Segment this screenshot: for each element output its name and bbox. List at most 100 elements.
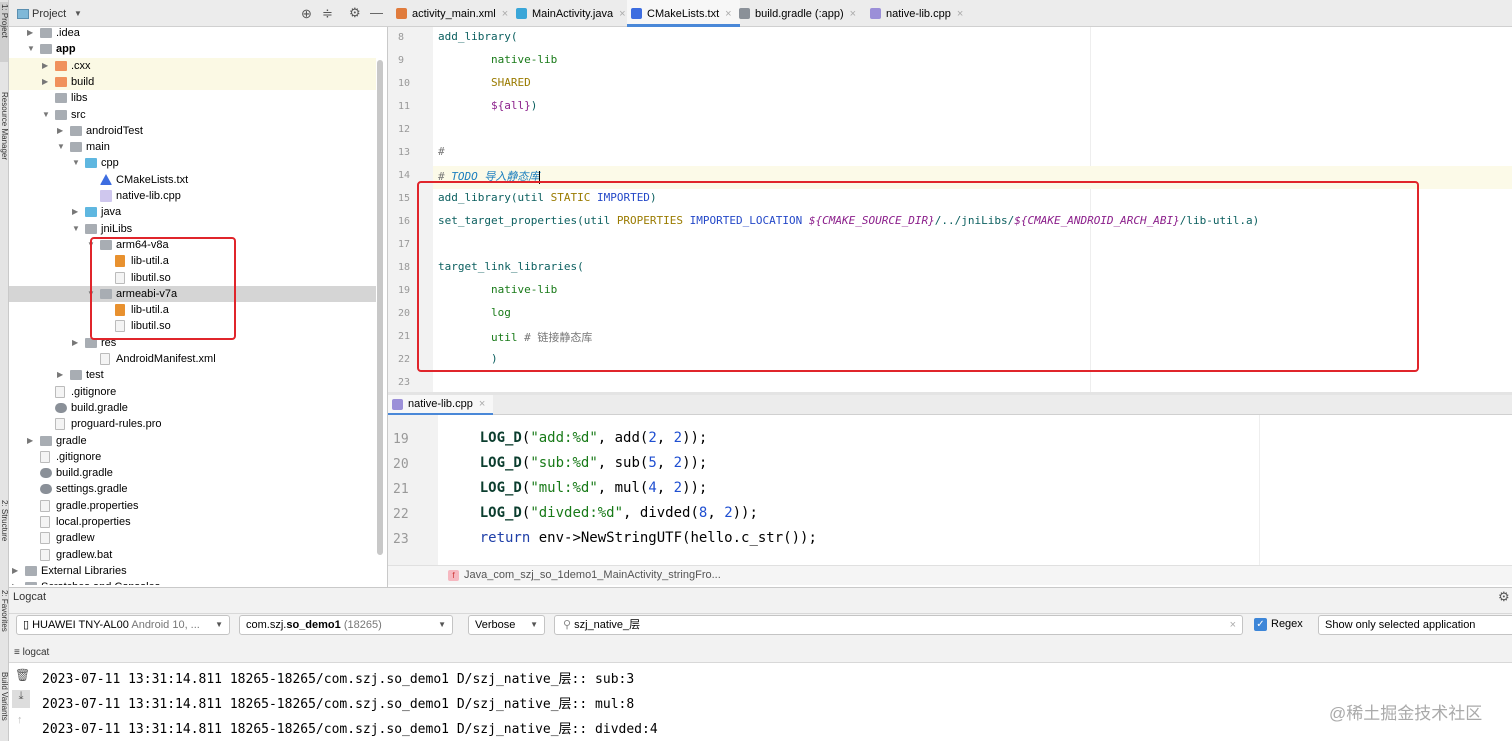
breadcrumb[interactable]: f Java_com_szj_so_1demo1_MainActivity_st… bbox=[388, 565, 1512, 585]
cpp-editor[interactable]: 19 LOG_D("add:%d", add(2, 2)); 20 LOG_D("… bbox=[388, 415, 1512, 585]
code-line[interactable]: LOG_D("divded:%d", divded(8, 2)); bbox=[446, 505, 758, 521]
process-dropdown[interactable]: com.szj.so_demo1 (18265) ▼ bbox=[239, 615, 453, 635]
chevron-down-icon[interactable]: ▼ bbox=[57, 139, 65, 155]
regex-checkbox[interactable]: ✓ bbox=[1254, 618, 1267, 631]
tab-native-lib-cpp[interactable]: native-lib.cpp × bbox=[388, 395, 494, 415]
tree-item[interactable]: ▼ jniLibs bbox=[9, 221, 376, 237]
chevron-right-icon[interactable]: ▶ bbox=[72, 335, 78, 351]
tree-item[interactable]: .gitignore bbox=[9, 384, 376, 400]
chevron-right-icon[interactable]: ▶ bbox=[27, 433, 33, 449]
tree-item[interactable]: ▶ External Libraries bbox=[9, 563, 376, 579]
build-variants-tool-label[interactable]: Build Variants bbox=[0, 672, 8, 721]
chevron-right-icon[interactable]: ▶ bbox=[57, 123, 63, 139]
clear-icon[interactable]: × bbox=[1230, 616, 1236, 634]
tree-item[interactable]: proguard-rules.pro bbox=[9, 416, 376, 432]
code-line[interactable]: LOG_D("add:%d", add(2, 2)); bbox=[446, 430, 708, 446]
tree-item[interactable]: libs bbox=[9, 90, 376, 106]
tab-native-lib-cpp[interactable]: native-lib.cpp × bbox=[866, 0, 971, 27]
chevron-right-icon[interactable]: ▶ bbox=[42, 58, 48, 74]
code-line[interactable]: ${all}) bbox=[438, 99, 537, 112]
code-line[interactable]: LOG_D("sub:%d", sub(5, 2)); bbox=[446, 455, 708, 471]
tree-item[interactable]: ▼ app bbox=[9, 41, 376, 57]
tree-item[interactable]: build.gradle bbox=[9, 400, 376, 416]
code-line[interactable]: LOG_D("mul:%d", mul(4, 2)); bbox=[446, 480, 708, 496]
tree-item[interactable]: native-lib.cpp bbox=[9, 188, 376, 204]
tree-item[interactable]: ▶ .cxx bbox=[9, 57, 376, 74]
tab-cmakelists-txt[interactable]: CMakeLists.txt × bbox=[627, 0, 740, 27]
favorites-tool-label[interactable]: 2: Favorites bbox=[0, 590, 8, 632]
tree-item[interactable]: gradlew bbox=[9, 530, 376, 546]
cmake-editor[interactable]: activity_main.xml × MainActivity.java × CMak… bbox=[388, 0, 1512, 392]
close-icon[interactable]: × bbox=[725, 8, 731, 20]
tree-item[interactable]: settings.gradle bbox=[9, 481, 376, 497]
chevron-right-icon[interactable]: ▶ bbox=[12, 563, 18, 579]
chevron-right-icon[interactable]: ▶ bbox=[42, 74, 48, 90]
log-output[interactable]: 🗑 ⤓ ↑ 2023-07-11 13:31:14.811 18265-1826… bbox=[9, 663, 1512, 742]
tab-activity-main-xml[interactable]: activity_main.xml × bbox=[392, 0, 516, 27]
chevron-right-icon[interactable]: ▶ bbox=[72, 204, 78, 220]
chevron-right-icon[interactable]: ▶ bbox=[12, 579, 18, 585]
filter-dropdown[interactable]: Show only selected application bbox=[1318, 615, 1512, 635]
cpp-code[interactable]: 19 LOG_D("add:%d", add(2, 2)); 20 LOG_D("… bbox=[388, 415, 1512, 565]
tree-item[interactable]: local.properties bbox=[9, 514, 376, 530]
close-icon[interactable]: × bbox=[479, 398, 485, 410]
tree-item[interactable]: ▶ build bbox=[9, 73, 376, 90]
tree-item[interactable]: gradlew.bat bbox=[9, 547, 376, 563]
tab-build-gradle-app-[interactable]: build.gradle (:app) × bbox=[735, 0, 864, 27]
close-icon[interactable]: × bbox=[957, 8, 963, 20]
log-level-dropdown[interactable]: Verbose ▼ bbox=[468, 615, 545, 635]
minimize-icon[interactable]: — bbox=[370, 5, 383, 20]
tree-item[interactable]: AndroidManifest.xml bbox=[9, 351, 376, 367]
close-icon[interactable]: × bbox=[850, 8, 856, 20]
subtab-label: logcat bbox=[22, 647, 50, 658]
scroll-to-end-icon[interactable]: ⤓ bbox=[12, 690, 30, 708]
tree-item[interactable]: ▼ cpp bbox=[9, 155, 376, 171]
tree-item[interactable]: build.gradle bbox=[9, 465, 376, 481]
chevron-right-icon[interactable]: ▶ bbox=[27, 25, 33, 41]
logcat-subtab[interactable]: ≡ logcat bbox=[14, 647, 49, 658]
tool-window-strip[interactable]: 1: Project Resource Manager 2: Structure… bbox=[0, 0, 9, 741]
tree-item[interactable]: ▶ gradle bbox=[9, 433, 376, 449]
close-icon[interactable]: × bbox=[619, 8, 625, 20]
chevron-right-icon[interactable]: ▶ bbox=[57, 367, 63, 383]
code-line[interactable]: add_library( bbox=[438, 30, 517, 43]
gear-icon[interactable]: ⚙ bbox=[349, 5, 361, 21]
tree-item[interactable]: ▶ test bbox=[9, 367, 376, 383]
device-dropdown[interactable]: ▯ HUAWEI TNY-AL00 Android 10, ... ▼ bbox=[16, 615, 230, 635]
tree-item[interactable]: CMakeLists.txt bbox=[9, 172, 376, 188]
breadcrumb-function[interactable]: Java_com_szj_so_1demo1_MainActivity_stri… bbox=[464, 569, 721, 581]
tree-item[interactable]: ▶ androidTest bbox=[9, 123, 376, 139]
up-arrow-icon[interactable]: ↑ bbox=[17, 714, 23, 726]
tree-item[interactable]: ▶ .idea bbox=[9, 25, 376, 41]
structure-tool-label[interactable]: 2: Structure bbox=[0, 500, 8, 541]
chevron-down-icon[interactable]: ▼ bbox=[72, 155, 80, 171]
project-view-selector[interactable]: Project bbox=[32, 8, 66, 20]
locate-icon[interactable]: ⊕ bbox=[301, 6, 312, 22]
log-line[interactable]: 2023-07-11 13:31:14.811 18265-18265/com.… bbox=[42, 718, 658, 737]
chevron-down-icon[interactable]: ▼ bbox=[74, 9, 82, 18]
code-line[interactable]: # bbox=[438, 145, 445, 158]
trash-icon[interactable]: 🗑 bbox=[15, 668, 30, 682]
tree-item[interactable]: ▶ java bbox=[9, 204, 376, 220]
chevron-down-icon[interactable]: ▼ bbox=[42, 107, 50, 123]
tree-item[interactable]: ▼ src bbox=[9, 107, 376, 123]
log-line[interactable]: 2023-07-11 13:31:14.811 18265-18265/com.… bbox=[42, 668, 634, 687]
log-line[interactable]: 2023-07-11 13:31:14.811 18265-18265/com.… bbox=[42, 693, 634, 712]
tree-item[interactable]: gradle.properties bbox=[9, 498, 376, 514]
code-line[interactable]: return env->NewStringUTF(hello.c_str()); bbox=[446, 530, 817, 546]
search-input[interactable]: ⚲ szj_native_层 × bbox=[554, 615, 1243, 635]
tree-scrollbar[interactable] bbox=[377, 60, 383, 555]
close-icon[interactable]: × bbox=[502, 8, 508, 20]
collapse-all-icon[interactable]: ≑ bbox=[322, 6, 333, 22]
tree-item[interactable]: .gitignore bbox=[9, 449, 376, 465]
tree-item[interactable]: ▼ main bbox=[9, 139, 376, 155]
tree-item[interactable]: ▶ Scratches and Consoles bbox=[9, 579, 376, 585]
code-line[interactable]: SHARED bbox=[438, 76, 531, 89]
resource-manager-tool-label[interactable]: Resource Manager bbox=[0, 92, 8, 160]
code-line[interactable]: native-lib bbox=[438, 53, 557, 66]
tab-mainactivity-java[interactable]: MainActivity.java × bbox=[512, 0, 634, 27]
chevron-down-icon[interactable]: ▼ bbox=[27, 41, 35, 57]
project-tool-label[interactable]: 1: Project bbox=[0, 4, 8, 38]
gear-icon[interactable]: ⚙ bbox=[1498, 589, 1510, 605]
chevron-down-icon[interactable]: ▼ bbox=[72, 221, 80, 237]
